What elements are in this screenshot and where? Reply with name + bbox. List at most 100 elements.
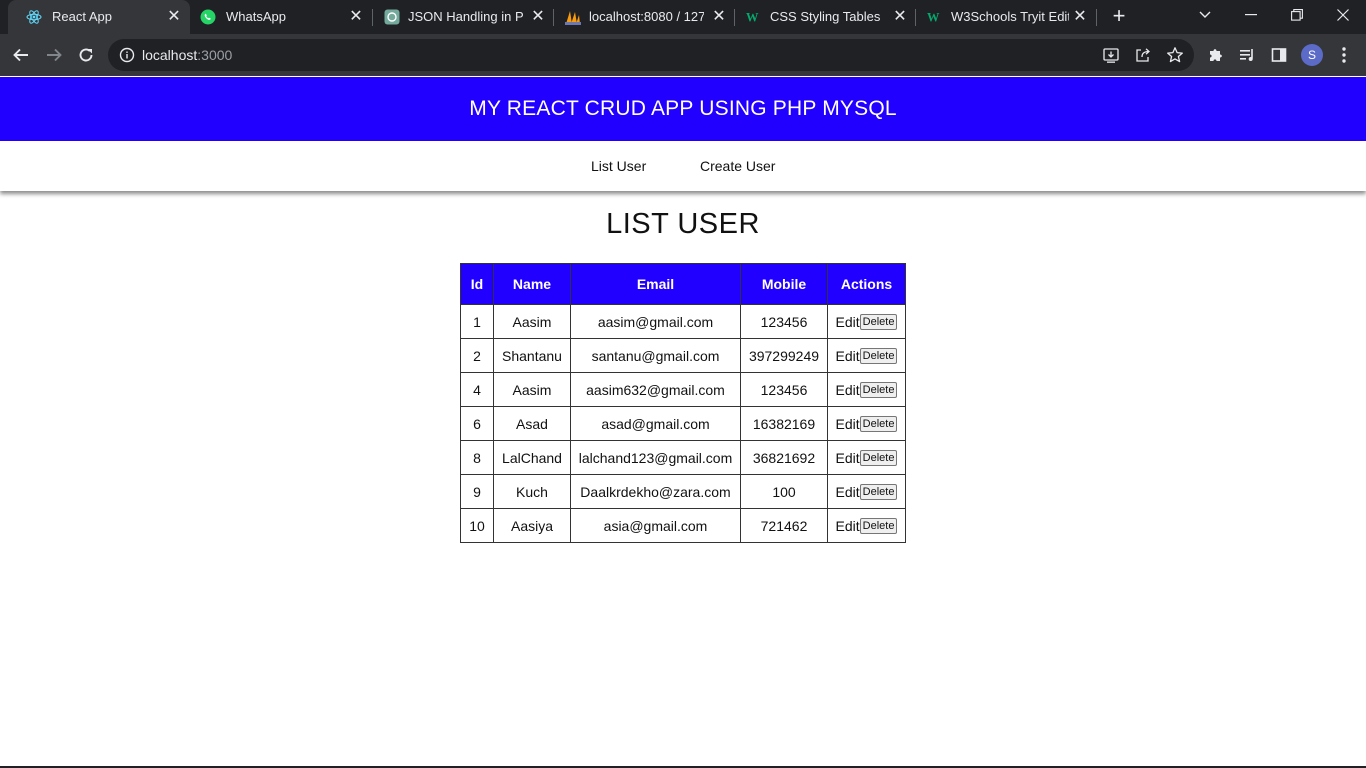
- media-queue-icon[interactable]: [1237, 45, 1257, 65]
- kebab-menu-icon[interactable]: [1334, 45, 1354, 65]
- tab-close-icon[interactable]: ✕: [529, 8, 547, 26]
- cell-mobile: 721462: [740, 508, 828, 543]
- column-header-mobile: Mobile: [740, 263, 828, 305]
- edit-link[interactable]: Edit: [836, 416, 860, 432]
- extensions-puzzle-icon[interactable]: [1206, 45, 1226, 65]
- app-title: MY REACT CRUD APP USING PHP MYSQL: [469, 97, 897, 120]
- cell-mobile: 100: [740, 474, 828, 509]
- site-info-icon[interactable]: [119, 47, 135, 68]
- nav-create-user-link[interactable]: Create User: [700, 158, 775, 174]
- cell-mobile: 397299249: [740, 338, 828, 373]
- edit-link[interactable]: Edit: [836, 314, 860, 330]
- table-row: 6 Asad asad@gmail.com 16382169 Edit Delet…: [460, 406, 906, 441]
- column-header-name: Name: [493, 263, 571, 305]
- edit-link[interactable]: Edit: [836, 450, 860, 466]
- url-text: localhost:3000: [142, 47, 232, 63]
- cell-actions: Edit Delete: [827, 338, 906, 373]
- tab-whatsapp[interactable]: WhatsApp ✕: [190, 0, 372, 34]
- cell-mobile: 36821692: [740, 440, 828, 475]
- cell-actions: Edit Delete: [827, 372, 906, 407]
- tab-title: localhost:8080 / 127.0.: [589, 9, 704, 24]
- cell-email: santanu@gmail.com: [570, 338, 741, 373]
- restore-icon[interactable]: [1284, 3, 1310, 27]
- url-host: localhost: [142, 47, 198, 63]
- new-tab-icon[interactable]: +: [1108, 5, 1130, 27]
- cell-id: 8: [460, 440, 494, 475]
- install-app-icon[interactable]: [1102, 46, 1120, 64]
- cell-name: Aasim: [493, 372, 571, 407]
- cell-name: Kuch: [493, 474, 571, 509]
- back-icon[interactable]: [8, 42, 34, 68]
- address-bar[interactable]: localhost:3000: [108, 39, 1194, 71]
- cell-id: 6: [460, 406, 494, 441]
- cell-id: 1: [460, 304, 494, 339]
- cell-email: asad@gmail.com: [570, 406, 741, 441]
- tab-title: W3Schools Tryit Editor: [951, 9, 1069, 24]
- forward-icon[interactable]: [41, 42, 67, 68]
- whatsapp-icon: [200, 9, 216, 25]
- minimize-icon[interactable]: [1238, 3, 1264, 27]
- table-row: 2 Shantanu santanu@gmail.com 397299249 E…: [460, 338, 906, 373]
- profile-avatar[interactable]: S: [1301, 44, 1323, 66]
- url-port: :3000: [197, 47, 233, 63]
- delete-button[interactable]: Delete: [859, 483, 898, 500]
- tab-search-chevron-icon[interactable]: [1192, 3, 1218, 27]
- cell-id: 9: [460, 474, 494, 509]
- delete-button[interactable]: Delete: [859, 347, 898, 364]
- table-row: 10 Aasiya asia@gmail.com 721462 Edit Dele…: [460, 508, 906, 543]
- column-header-email: Email: [570, 263, 741, 305]
- table-header-row: Id Name Email Mobile Actions: [460, 263, 906, 305]
- users-table: Id Name Email Mobile Actions 1 Aasim aas…: [460, 263, 906, 543]
- delete-button[interactable]: Delete: [859, 415, 898, 432]
- cell-id: 2: [460, 338, 494, 373]
- tab-close-icon[interactable]: ✕: [710, 8, 728, 26]
- tab-close-icon[interactable]: ✕: [347, 8, 365, 26]
- cell-email: asia@gmail.com: [570, 508, 741, 543]
- share-icon[interactable]: [1134, 46, 1152, 64]
- table-row: 4 Aasim aasim632@gmail.com 123456 Edit De…: [460, 372, 906, 407]
- tab-close-icon[interactable]: ✕: [165, 8, 183, 26]
- edit-link[interactable]: Edit: [836, 348, 860, 364]
- table-row: 1 Aasim aasim@gmail.com 123456 Edit Delet…: [460, 304, 906, 339]
- delete-button[interactable]: Delete: [859, 517, 898, 534]
- side-panel-icon[interactable]: [1269, 45, 1289, 65]
- svg-text:W: W: [927, 10, 940, 24]
- tab-css-styling-tables[interactable]: W CSS Styling Tables ✕: [735, 0, 915, 34]
- cell-name: Asad: [493, 406, 571, 441]
- column-header-id: Id: [460, 263, 494, 305]
- tab-close-icon[interactable]: ✕: [891, 8, 909, 26]
- nav-list-user-link[interactable]: List User: [591, 158, 646, 174]
- cell-actions: Edit Delete: [827, 474, 906, 509]
- edit-link[interactable]: Edit: [836, 518, 860, 534]
- table-row: 9 Kuch Daalkrdekho@zara.com 100 Edit Dele…: [460, 474, 906, 509]
- phpmyadmin-icon: [565, 9, 581, 25]
- edit-link[interactable]: Edit: [836, 484, 860, 500]
- edit-link[interactable]: Edit: [836, 382, 860, 398]
- cell-mobile: 123456: [740, 372, 828, 407]
- cell-name: Shantanu: [493, 338, 571, 373]
- delete-button[interactable]: Delete: [859, 449, 898, 466]
- reload-icon[interactable]: [73, 42, 99, 68]
- w3schools-icon: W: [746, 9, 762, 25]
- users-table-body: 1 Aasim aasim@gmail.com 123456 Edit Delet…: [460, 304, 906, 543]
- close-window-icon[interactable]: [1330, 3, 1356, 27]
- tab-react-app[interactable]: React App ✕: [8, 0, 190, 34]
- tab-json-handling[interactable]: JSON Handling in PHP ✕: [373, 0, 553, 34]
- cell-mobile: 123456: [740, 304, 828, 339]
- cell-email: aasim@gmail.com: [570, 304, 741, 339]
- tab-title: JSON Handling in PHP: [408, 9, 523, 24]
- bookmark-star-icon[interactable]: [1166, 46, 1184, 64]
- tab-w3schools-tryit[interactable]: W W3Schools Tryit Editor ✕: [916, 0, 1096, 34]
- cell-email: aasim632@gmail.com: [570, 372, 741, 407]
- column-header-actions: Actions: [827, 263, 906, 305]
- cell-name: Aasiya: [493, 508, 571, 543]
- w3schools-icon: W: [927, 9, 943, 25]
- app-header: MY REACT CRUD APP USING PHP MYSQL: [0, 77, 1366, 141]
- delete-button[interactable]: Delete: [859, 381, 898, 398]
- cell-email: lalchand123@gmail.com: [570, 440, 741, 475]
- tab-close-icon[interactable]: ✕: [1071, 8, 1089, 26]
- browser-toolbar: localhost:3000 S: [0, 34, 1366, 76]
- tab-phpmyadmin[interactable]: localhost:8080 / 127.0. ✕: [554, 0, 734, 34]
- svg-text:W: W: [746, 10, 759, 24]
- delete-button[interactable]: Delete: [859, 313, 898, 330]
